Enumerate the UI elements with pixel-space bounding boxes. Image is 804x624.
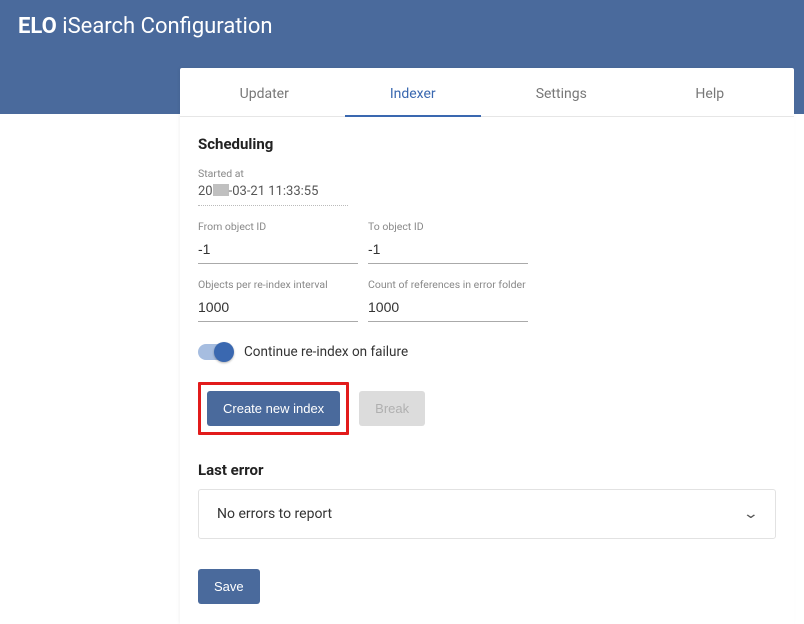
tab-content: Scheduling Started at 20-03-21 11:33:55 … [180, 117, 794, 624]
last-error-title: Last error [198, 461, 776, 479]
tab-bar: Updater Indexer Settings Help [180, 68, 794, 117]
redacted-segment [213, 184, 229, 196]
started-at-label: Started at [198, 167, 776, 180]
create-index-button[interactable]: Create new index [207, 391, 340, 426]
from-id-input[interactable] [198, 237, 358, 264]
toggle-knob [214, 342, 234, 362]
app-title: ELO iSearch Configuration [18, 14, 786, 39]
error-expander[interactable]: No errors to report ⌄ [198, 489, 776, 539]
tab-indexer[interactable]: Indexer [339, 68, 488, 116]
refs-input[interactable] [368, 295, 528, 322]
tab-updater[interactable]: Updater [190, 68, 339, 116]
save-button[interactable]: Save [198, 569, 260, 604]
tab-help[interactable]: Help [636, 68, 785, 116]
to-id-label: To object ID [368, 220, 528, 233]
to-id-input[interactable] [368, 237, 528, 264]
continue-toggle[interactable] [198, 344, 232, 360]
tab-settings[interactable]: Settings [487, 68, 636, 116]
config-panel: Updater Indexer Settings Help Scheduling… [180, 68, 794, 624]
scheduling-title: Scheduling [198, 135, 776, 153]
highlight-box: Create new index [198, 382, 349, 435]
started-at-value: 20-03-21 11:33:55 [198, 184, 348, 206]
refs-label: Count of references in error folder [368, 278, 528, 291]
from-id-label: From object ID [198, 220, 358, 233]
objects-label: Objects per re-index interval [198, 278, 358, 291]
break-button: Break [359, 391, 425, 426]
error-message: No errors to report [217, 506, 332, 522]
chevron-down-icon: ⌄ [743, 506, 759, 522]
continue-label: Continue re-index on failure [244, 344, 408, 360]
started-at-field: Started at 20-03-21 11:33:55 [198, 159, 776, 206]
objects-input[interactable] [198, 295, 358, 322]
